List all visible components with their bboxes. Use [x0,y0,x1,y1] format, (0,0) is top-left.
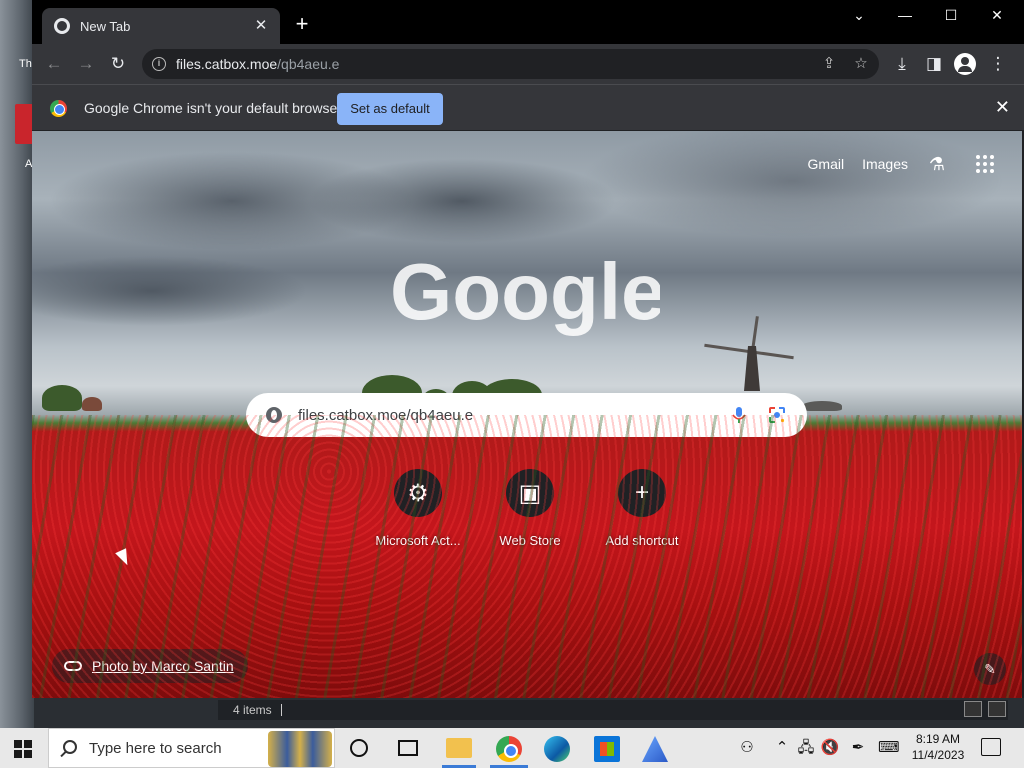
notifications-icon[interactable] [981,738,1001,756]
gmail-link[interactable]: Gmail [808,156,845,172]
tab-title: New Tab [80,18,131,34]
chevron-up-icon[interactable]: ⌃ [772,738,792,758]
site-info-icon[interactable]: i [152,57,166,71]
gear-icon: ⚙ [394,469,442,517]
shortcut-label: Web Store [499,533,561,548]
minimize-button[interactable]: — [882,0,928,30]
link-icon [64,661,82,671]
edge-icon[interactable] [544,736,570,762]
windmill-graphic [704,316,794,391]
forward-icon[interactable]: → [74,52,98,76]
clock-date: 11/4/2023 [911,748,965,762]
microphone-icon[interactable] [729,405,749,425]
tab-strip: New Tab ✕ + ⌄ — ☐ ✕ [32,0,1024,44]
bookmark-star-icon[interactable]: ☆ [849,52,873,76]
tab-search-icon[interactable]: ⌄ [836,0,882,30]
large-icons-view-icon[interactable] [988,701,1006,717]
share-icon[interactable]: ⇪ [817,52,841,76]
google-apps-icon[interactable] [976,155,994,173]
set-default-button[interactable]: Set as default [337,93,443,125]
shortcut-microsoft-activation[interactable]: ⚙ Microsoft Act... [362,469,474,548]
keyboard-icon[interactable]: ⌨ [878,738,900,758]
taskbar-clock[interactable]: 8:19 AM 11/4/2023 [906,731,970,763]
plus-icon: + [618,469,666,517]
menu-kebab-icon[interactable]: ⋮ [986,52,1010,76]
labs-flask-icon[interactable]: ⚗ [926,153,948,175]
shortcut-tiles: ⚙ Microsoft Act... ▣ Web Store + Add sho… [362,469,698,548]
windows-taskbar: Type here to search ⚇ ⌃ 🖧 🔇 ✒ ⌨ 8:19 AM … [0,728,1024,768]
google-logo: Google [390,249,660,336]
globe-icon [266,407,282,423]
google-lens-icon[interactable] [767,405,787,425]
chrome-logo-icon [50,100,67,117]
shortcut-label: Microsoft Act... [375,533,461,548]
new-tab-page: Gmail Images ⚗ Google files.catbox.moe/q… [32,131,1022,698]
desktop-label: Th [19,58,32,70]
taskbar-search-placeholder: Type here to search [89,739,222,757]
web-store-icon: ▣ [506,469,554,517]
explorer-view-buttons [964,701,1006,717]
infobar-close-icon[interactable]: ✕ [995,97,1010,118]
details-view-icon[interactable] [964,701,982,717]
images-link[interactable]: Images [862,156,908,172]
reload-icon[interactable]: ↻ [106,52,130,76]
search-input-value: files.catbox.moe/qb4aeu.e [298,406,474,424]
default-browser-infobar: Google Chrome isn't your default browser… [32,84,1024,130]
url-host: files.catbox.moe [176,56,278,72]
explorer-status-bar: 4 items [218,700,1008,720]
shortcut-label: Add shortcut [605,533,679,548]
ntp-top-links: Gmail Images ⚗ [808,153,994,175]
maximize-button[interactable]: ☐ [928,0,974,30]
status-separator [280,704,282,716]
photo-attribution: Photo by Marco Santin [52,649,248,683]
network-icon[interactable]: 🖧 [796,738,816,758]
new-tab-button[interactable]: + [290,12,314,36]
task-view-icon[interactable] [398,740,418,756]
tab-close-icon[interactable]: ✕ [252,17,270,35]
explorer-item-count: 4 items [233,703,272,717]
windows-start-icon[interactable] [14,740,32,758]
back-icon[interactable]: ← [42,52,66,76]
search-input[interactable]: files.catbox.moe/qb4aeu.e [246,393,807,437]
file-explorer-icon[interactable] [446,738,472,758]
pen-icon[interactable]: ✒ [848,738,868,758]
chrome-favicon-icon [54,18,70,34]
photo-attribution-link[interactable]: Photo by Marco Santin [92,658,234,674]
downloads-icon[interactable]: ⤓ [890,52,914,76]
profile-avatar-icon[interactable] [954,53,976,75]
taskbar-search-box[interactable]: Type here to search [48,728,335,768]
search-icon [63,740,77,754]
infobar-message: Google Chrome isn't your default browser [84,100,342,116]
cortana-icon[interactable] [350,739,368,757]
pinned-app-icon[interactable] [642,736,668,762]
browser-toolbar: ← → ↻ i files.catbox.moe/qb4aeu.e ⇪ ☆ ⤓ … [32,44,1024,84]
chrome-taskbar-icon[interactable] [496,736,522,762]
close-window-button[interactable]: ✕ [974,0,1020,30]
shortcut-web-store[interactable]: ▣ Web Store [474,469,586,548]
address-bar[interactable]: i files.catbox.moe/qb4aeu.e ⇪ ☆ [142,49,879,79]
tab-new-tab[interactable]: New Tab ✕ [42,8,280,44]
clock-time: 8:19 AM [915,732,961,746]
volume-muted-icon[interactable]: 🔇 [820,738,840,758]
side-panel-icon[interactable]: ◨ [922,52,946,76]
customize-pencil-icon[interactable]: ✎ [974,653,1006,685]
search-highlight-image [268,731,332,767]
people-icon[interactable]: ⚇ [737,738,757,758]
microsoft-store-icon[interactable] [594,736,620,762]
add-shortcut-button[interactable]: + Add shortcut [586,469,698,548]
chrome-window: New Tab ✕ + ⌄ — ☐ ✕ ← → ↻ i files.catbox… [32,0,1024,698]
url-path: /qb4aeu.e [277,56,340,72]
svg-text:Google: Google [390,249,660,336]
